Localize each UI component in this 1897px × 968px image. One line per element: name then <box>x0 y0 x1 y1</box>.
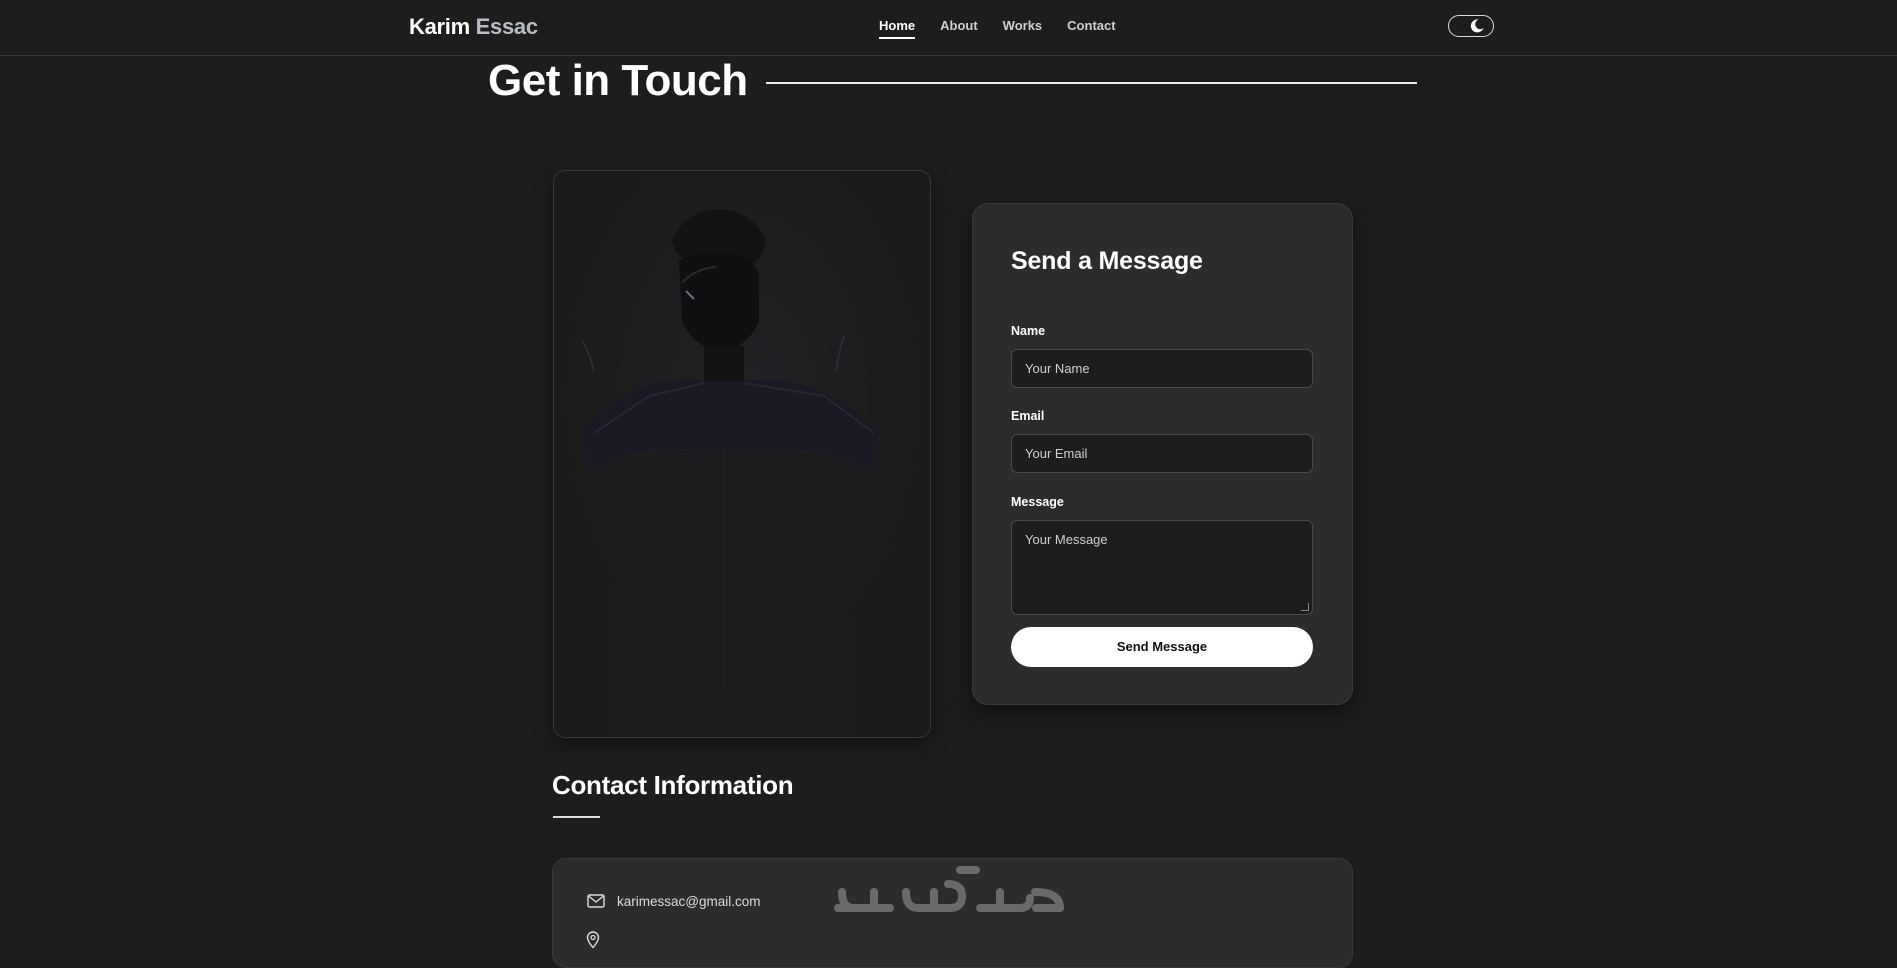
contact-info-title: Contact Information <box>552 770 794 800</box>
page-title: Get in Touch <box>488 56 748 105</box>
contact-email[interactable]: karimessac@gmail.com <box>617 894 760 909</box>
message-textarea[interactable]: Your Message <box>1011 520 1313 615</box>
brand-last-name: Essac <box>475 14 538 39</box>
name-label: Name <box>1011 324 1046 338</box>
email-input[interactable]: Your Email <box>1011 434 1313 473</box>
mail-icon <box>587 894 605 908</box>
portrait-image <box>554 171 930 737</box>
site-header: Karim Essac Home About Works Contact <box>0 0 1897 56</box>
location-pin-icon <box>586 931 600 949</box>
nav-about[interactable]: About <box>940 18 978 39</box>
watermark-logo <box>830 862 1066 923</box>
form-title: Send a Message <box>1011 247 1203 275</box>
email-label: Email <box>1011 409 1045 423</box>
brand-first-name: Karim <box>409 14 470 39</box>
contact-title-underline <box>553 816 600 818</box>
nav-works[interactable]: Works <box>1003 18 1043 39</box>
nav-contact[interactable]: Contact <box>1067 18 1115 39</box>
message-label: Message <box>1011 495 1064 509</box>
send-message-button[interactable]: Send Message <box>1011 627 1313 667</box>
moon-icon <box>1470 19 1484 33</box>
name-input[interactable]: Your Name <box>1011 349 1313 388</box>
contact-form: Send a Message Name Your Name Email Your… <box>972 203 1353 705</box>
nav-home[interactable]: Home <box>879 18 916 39</box>
profile-photo <box>553 170 931 738</box>
brand-logo[interactable]: Karim Essac <box>409 14 538 40</box>
watermark-image <box>834 866 1064 912</box>
resize-handle-icon[interactable] <box>1301 603 1309 611</box>
main-nav: Home About Works Contact <box>879 18 1116 39</box>
theme-toggle-button[interactable] <box>1448 15 1494 37</box>
message-placeholder: Your Message <box>1025 532 1108 547</box>
title-divider <box>766 82 1417 84</box>
